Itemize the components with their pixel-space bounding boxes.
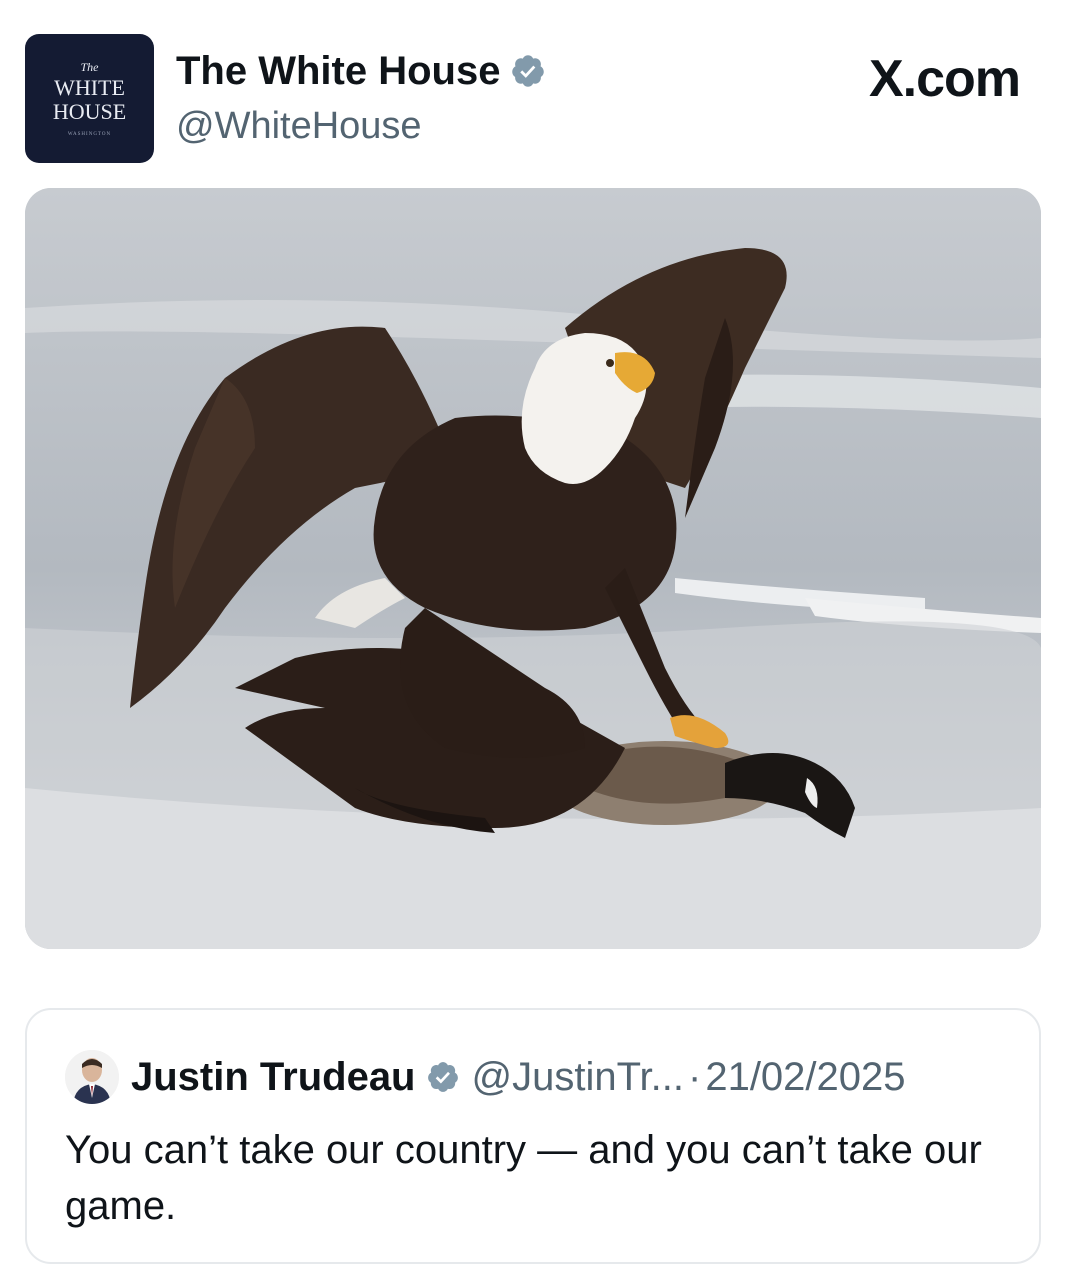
separator-dot: · — [688, 1055, 702, 1099]
avatar-text-washington: WASHINGTON — [67, 132, 112, 137]
avatar-text-white: WHITE — [54, 75, 125, 100]
site-label: X.com — [868, 50, 1021, 108]
post-photo[interactable] — [25, 188, 1041, 949]
eagle-on-goose-photo-icon — [25, 188, 1041, 949]
post-header: The WHITE HOUSE WASHINGTON The White Hou… — [0, 0, 1066, 180]
quoted-post-text: You can’t take our country — and you can… — [65, 1128, 982, 1228]
quoted-author-avatar[interactable] — [65, 1050, 119, 1104]
avatar-text-the: The — [80, 60, 99, 74]
verified-badge-icon — [512, 55, 545, 87]
quoted-post-date[interactable]: 21/02/2025 — [705, 1054, 905, 1100]
quoted-author-display-name[interactable]: Justin Trudeau — [131, 1054, 416, 1100]
quoted-post-header: Justin Trudeau @JustinTr... · 21/02/2025 — [65, 1050, 906, 1104]
verified-badge-icon — [427, 1062, 458, 1092]
avatar-text-house: HOUSE — [52, 99, 127, 124]
quoted-author-handle[interactable]: @JustinTr... — [472, 1054, 685, 1100]
quoted-post-card[interactable]: Justin Trudeau @JustinTr... · 21/02/2025… — [25, 1008, 1041, 1264]
white-house-logo-avatar[interactable]: The WHITE HOUSE WASHINGTON — [25, 34, 154, 163]
author-handle[interactable]: @WhiteHouse — [176, 104, 422, 148]
author-name-row: The White House — [176, 48, 546, 94]
author-display-name[interactable]: The White House — [176, 48, 500, 94]
person-avatar-icon — [65, 1050, 119, 1104]
